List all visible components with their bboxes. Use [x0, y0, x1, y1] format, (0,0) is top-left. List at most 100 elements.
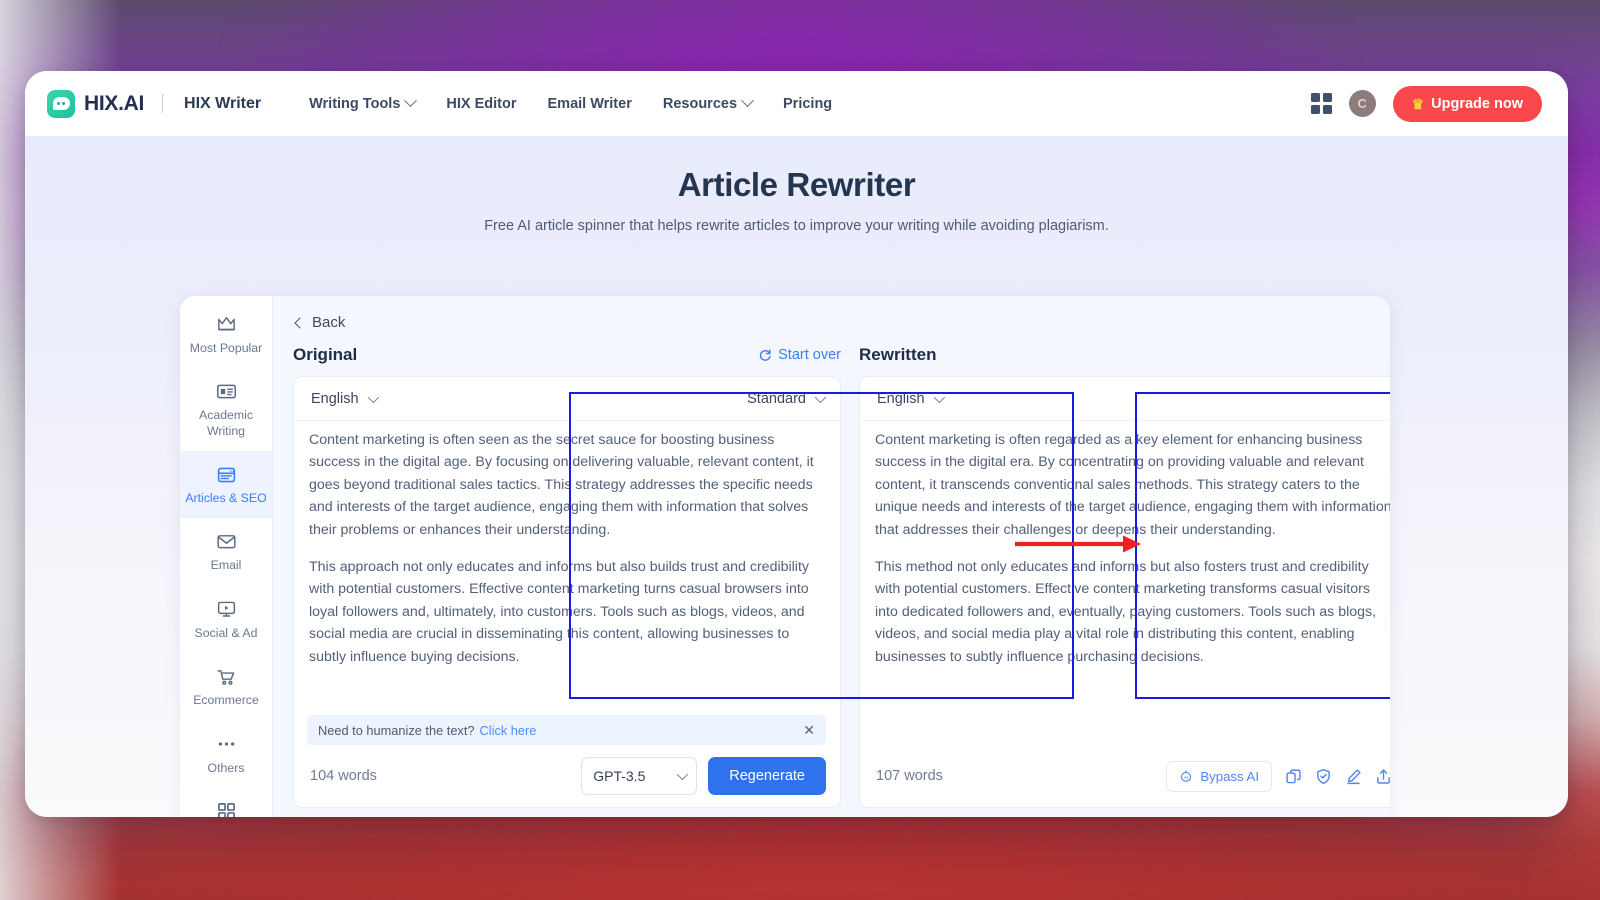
brand-logo[interactable]: HIX.AI HIX Writer [47, 89, 262, 118]
pencil-edit-icon[interactable] [1345, 768, 1362, 785]
sidebar-item-academic-writing[interactable]: Academic Writing [180, 368, 272, 451]
rewritten-paragraph-1: Content marketing is often regarded as a… [875, 432, 1390, 538]
rewrite-mode-select[interactable]: Standard [747, 390, 827, 407]
page-title: Article Rewriter [677, 166, 916, 203]
model-select[interactable]: GPT-3.5 [581, 757, 698, 795]
original-panel-footer: 104 words GPT-3.5 Regenerate [294, 745, 840, 807]
sidebar-item-social-ad[interactable]: Social & Ad [180, 586, 272, 653]
envelope-icon [184, 531, 268, 552]
start-over-label: Start over [778, 347, 841, 363]
copy-icon[interactable] [1285, 768, 1302, 785]
original-language-select[interactable]: English [311, 390, 379, 407]
chevron-down-icon [814, 391, 827, 403]
rewritten-language-value: English [877, 390, 925, 407]
close-icon[interactable]: ✕ [803, 723, 815, 737]
brand-divider [162, 94, 164, 113]
nav-item-hix-editor[interactable]: HIX Editor [446, 96, 516, 112]
refresh-icon [760, 349, 771, 361]
rewrite-mode-value: Standard [747, 390, 806, 407]
crown-icon [184, 314, 268, 335]
humanize-banner-text: Need to humanize the text? [318, 722, 475, 738]
original-panel: English Standard Content marketing is of… [293, 376, 841, 808]
rewritten-text-editor[interactable]: Content marketing is often regarded as a… [860, 421, 1390, 745]
original-word-count: 104 words [310, 768, 377, 784]
regenerate-button[interactable]: Regenerate [708, 757, 826, 795]
chevron-left-icon [294, 316, 306, 329]
chevron-down-icon [933, 391, 945, 403]
nav-item-writing-tools-label: Writing Tools [309, 95, 401, 112]
upgrade-now-label: Upgrade now [1431, 95, 1523, 112]
apps-grid-icon[interactable] [1310, 93, 1332, 114]
chevron-down-icon [404, 94, 418, 108]
sidebar-item-others[interactable]: Others [180, 721, 272, 788]
nav-item-resources-label: Resources [662, 95, 738, 112]
nav-item-email-writer-label: Email Writer [547, 95, 632, 112]
annotation-red-arrow [1015, 535, 1141, 553]
nav-item-pricing[interactable]: Pricing [783, 96, 832, 112]
nav-item-hix-editor-label: HIX Editor [446, 95, 517, 112]
monitor-play-icon [184, 599, 268, 620]
rewritten-actions: AI Bypass AI [1166, 760, 1390, 792]
sidebar-item-articles-seo[interactable]: Articles & SEO [180, 451, 272, 519]
category-sidebar: Most Popular Academic Writing Articles &… [180, 296, 273, 817]
crown-icon: ♛ [1411, 95, 1425, 112]
grid-squares-icon [184, 801, 268, 817]
chevron-down-icon [367, 391, 379, 403]
browser-window: HIX.AI HIX Writer Writing Tools HIX Edit… [25, 71, 1568, 817]
share-upload-icon[interactable] [1375, 768, 1390, 785]
start-over-button[interactable]: Start over [758, 347, 841, 363]
original-panel-title: Original [293, 345, 358, 364]
original-panel-toolbar: English Standard [294, 377, 840, 421]
sidebar-item-others-label: Others [207, 760, 245, 775]
svg-text:AI: AI [1184, 775, 1188, 781]
sidebar-item-social-ad-label: Social & Ad [194, 625, 258, 640]
top-navigation-bar: HIX.AI HIX Writer Writing Tools HIX Edit… [25, 71, 1568, 136]
nav-item-email-writer[interactable]: Email Writer [548, 96, 632, 112]
rewritten-paragraph-2: This method not only educates and inform… [875, 559, 1377, 665]
shield-check-icon[interactable] [1315, 768, 1332, 785]
hix-logo-icon [47, 89, 75, 118]
humanize-banner: Need to humanize the text? Click here ✕ [307, 715, 826, 745]
sidebar-item-most-popular-label: Most Popular [189, 341, 263, 355]
tool-main-area: Back Original Start over Rewritten Engli… [273, 296, 1390, 817]
humanize-click-here-link[interactable]: Click here [480, 723, 537, 738]
sidebar-item-ecommerce-label: Ecommerce [193, 693, 259, 708]
nav-item-pricing-label: Pricing [783, 95, 833, 112]
chevron-down-icon [741, 94, 754, 108]
sidebar-item-ecommerce[interactable]: Ecommerce [180, 653, 272, 720]
upgrade-now-button[interactable]: ♛ Upgrade now [1392, 85, 1542, 122]
ellipsis-icon [184, 734, 268, 755]
rewritten-panel-toolbar: English [860, 377, 1390, 421]
bypass-ai-label: Bypass AI [1200, 768, 1259, 784]
rewritten-panel: English Content marketing is often regar… [859, 376, 1390, 808]
back-button[interactable]: Back [293, 314, 1390, 331]
sidebar-item-all[interactable]: All [180, 788, 272, 817]
sidebar-item-most-popular[interactable]: Most Popular [180, 301, 272, 368]
browser-window-icon [184, 464, 268, 485]
bypass-ai-button[interactable]: AI Bypass AI [1166, 760, 1272, 792]
nav-item-resources[interactable]: Resources [662, 94, 754, 112]
brand-subtitle: HIX Writer [184, 94, 262, 112]
original-paragraph-2: This approach not only educates and info… [309, 559, 809, 665]
nav-right-group: C ♛ Upgrade now [1310, 85, 1542, 122]
original-language-value: English [311, 390, 359, 407]
page-subtitle: Free AI article spinner that helps rewri… [484, 218, 1109, 234]
chevron-down-icon [676, 768, 689, 781]
rewritten-word-count: 107 words [876, 768, 943, 784]
panels-container: English Standard Content marketing is of… [293, 376, 1390, 808]
avatar[interactable]: C [1348, 90, 1376, 117]
tool-card: Most Popular Academic Writing Articles &… [180, 296, 1390, 817]
model-select-value: GPT-3.5 [593, 768, 646, 784]
rewritten-language-select[interactable]: English [877, 390, 945, 407]
nav-links: Writing Tools HIX Editor Email Writer Re… [309, 94, 832, 112]
sidebar-item-email-label: Email [210, 558, 242, 573]
nav-item-writing-tools[interactable]: Writing Tools [309, 94, 418, 112]
page-body: Article Rewriter Free AI article spinner… [25, 136, 1568, 817]
sidebar-item-email[interactable]: Email [180, 518, 272, 585]
original-text-editor[interactable]: Content marketing is often seen as the s… [294, 421, 840, 715]
rewritten-panel-footer: 107 words AI Bypass AI [860, 745, 1390, 807]
bypass-ai-icon: AI [1181, 770, 1192, 782]
id-card-icon [184, 381, 268, 402]
back-label: Back [312, 314, 346, 331]
brand-name: HIX.AI [84, 91, 145, 115]
